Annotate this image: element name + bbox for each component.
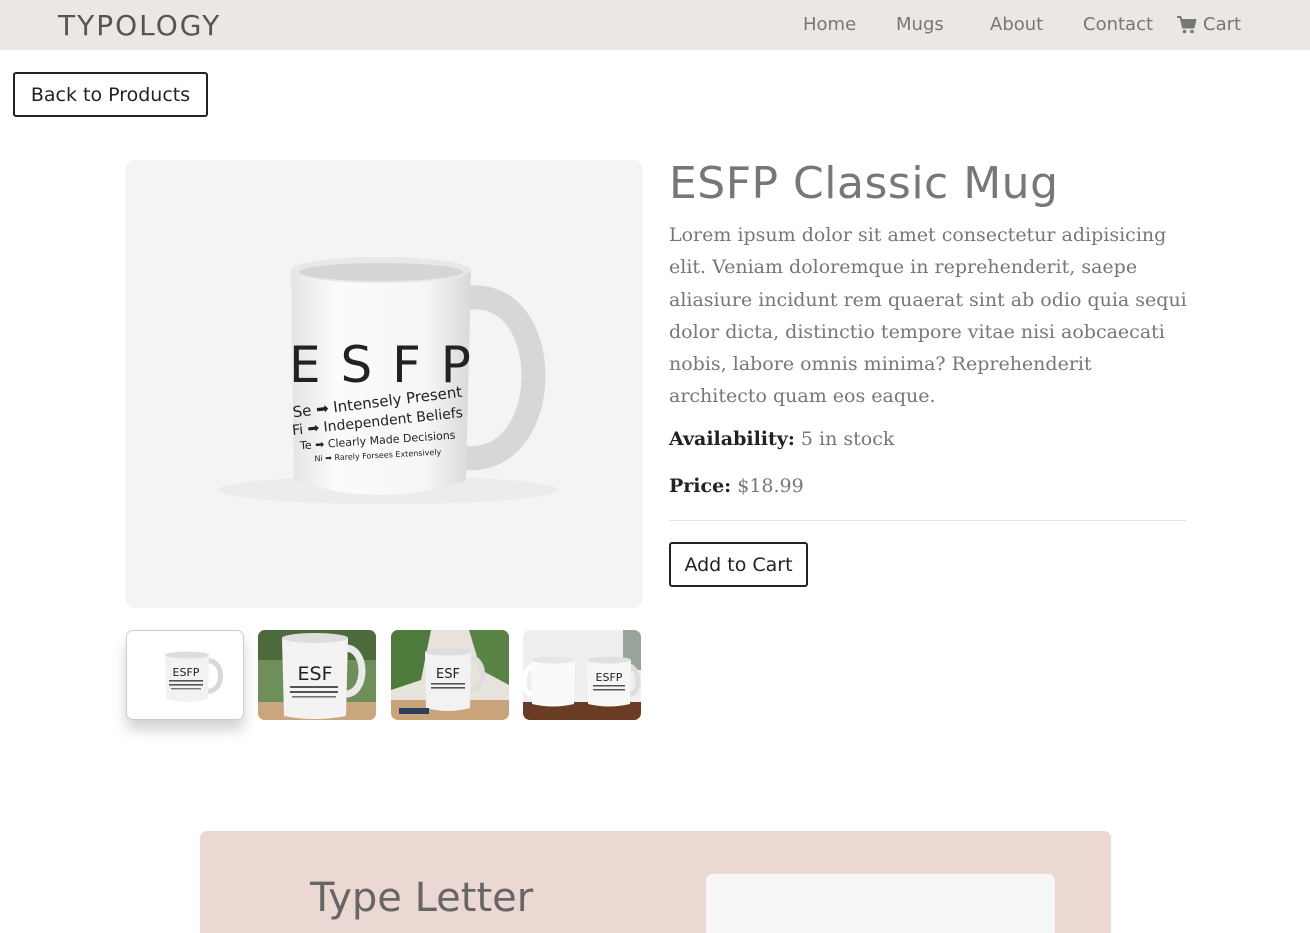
type-letter-section: Type Letter: [200, 831, 1111, 933]
nav-link-cart[interactable]: Cart: [1177, 14, 1241, 35]
nav-link-about[interactable]: About: [990, 14, 1043, 35]
product-thumbnail[interactable]: ESF: [391, 630, 509, 720]
nav-link-mugs[interactable]: Mugs: [896, 14, 944, 35]
product-thumbnail[interactable]: ESFP: [126, 630, 244, 720]
price-row: Price: $18.99: [669, 475, 804, 497]
navbar: TYPOLOGY Home Mugs About Contact Cart: [0, 0, 1310, 50]
shopping-cart-icon: [1177, 15, 1197, 34]
type-letter-title: Type Letter: [310, 875, 534, 921]
svg-text:ESFP: ESFP: [596, 671, 623, 684]
nav-link-contact[interactable]: Contact: [1083, 14, 1153, 35]
svg-text:ESF: ESF: [298, 663, 333, 685]
product-thumbnail[interactable]: ESF: [258, 630, 376, 720]
svg-text:ESF: ESF: [436, 667, 460, 682]
svg-text:ESFP: ESFP: [173, 666, 200, 679]
availability-row: Availability: 5 in stock: [669, 428, 894, 450]
product-main-image: E S F P Se ➡ Intensely Present Fi ➡ Inde…: [126, 160, 642, 608]
price-label: Price:: [669, 475, 732, 497]
cart-label: Cart: [1203, 14, 1242, 35]
availability-label: Availability:: [669, 428, 795, 450]
price-value: $18.99: [737, 475, 804, 497]
product-description: Lorem ipsum dolor sit amet consectetur a…: [669, 224, 1187, 408]
nav-link-home[interactable]: Home: [803, 14, 856, 35]
product-thumbnail[interactable]: ESFP: [523, 630, 641, 720]
brand-logo[interactable]: TYPOLOGY: [58, 9, 221, 42]
type-letter-card: [706, 874, 1055, 933]
product-title: ESFP Classic Mug: [669, 158, 1059, 209]
availability-value: 5 in stock: [800, 428, 895, 450]
add-to-cart-button[interactable]: Add to Cart: [669, 542, 808, 587]
divider: [669, 520, 1186, 521]
back-to-products-button[interactable]: Back to Products: [13, 72, 208, 117]
